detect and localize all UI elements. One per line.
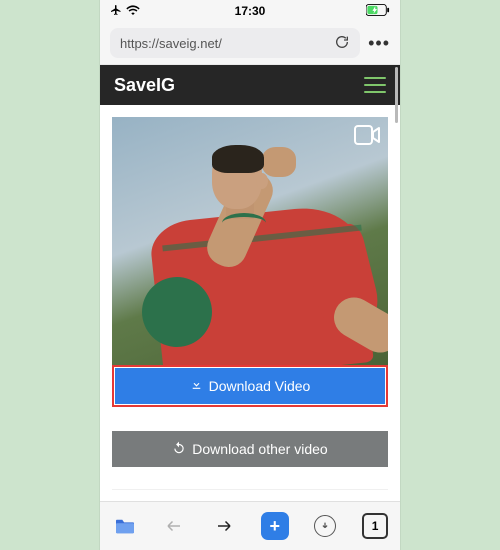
new-tab-button[interactable]: +: [261, 512, 289, 540]
clock: 17:30: [100, 4, 400, 18]
airplane-icon: [110, 4, 122, 19]
scrollbar[interactable]: [395, 67, 398, 123]
tab-count: 1: [362, 513, 388, 539]
download-icon: [190, 378, 203, 394]
phone-frame: 17:30 https://saveig.net/ ••• SaveIG: [100, 0, 400, 550]
wifi-icon: [126, 4, 140, 18]
url-text: https://saveig.net/: [120, 36, 222, 51]
download-highlight: Download Video: [112, 365, 388, 407]
downloads-icon[interactable]: [312, 513, 338, 539]
forward-icon[interactable]: [211, 513, 237, 539]
divider: [112, 489, 388, 490]
media-card: [112, 117, 388, 365]
bottom-toolbar: + 1: [100, 501, 400, 550]
back-icon[interactable]: [161, 513, 187, 539]
download-other-label: Download other video: [192, 441, 327, 457]
download-video-button[interactable]: Download Video: [115, 368, 385, 404]
refresh-icon[interactable]: [334, 34, 350, 53]
download-other-button[interactable]: Download other video: [112, 431, 388, 467]
video-thumbnail[interactable]: [112, 117, 388, 365]
hamburger-icon[interactable]: [364, 77, 386, 93]
site-brand: SaveIG: [114, 75, 175, 96]
battery-icon: [366, 4, 390, 19]
page-content: SaveIG: [100, 65, 400, 501]
status-bar: 17:30: [100, 0, 400, 22]
download-label: Download Video: [209, 378, 311, 394]
video-icon: [354, 125, 380, 145]
url-field[interactable]: https://saveig.net/: [110, 28, 360, 58]
tabs-button[interactable]: 1: [362, 513, 388, 539]
redo-icon: [172, 441, 186, 458]
more-icon[interactable]: •••: [368, 33, 390, 54]
files-icon[interactable]: [112, 513, 138, 539]
browser-bar: https://saveig.net/ •••: [100, 22, 400, 65]
site-header: SaveIG: [100, 65, 400, 105]
